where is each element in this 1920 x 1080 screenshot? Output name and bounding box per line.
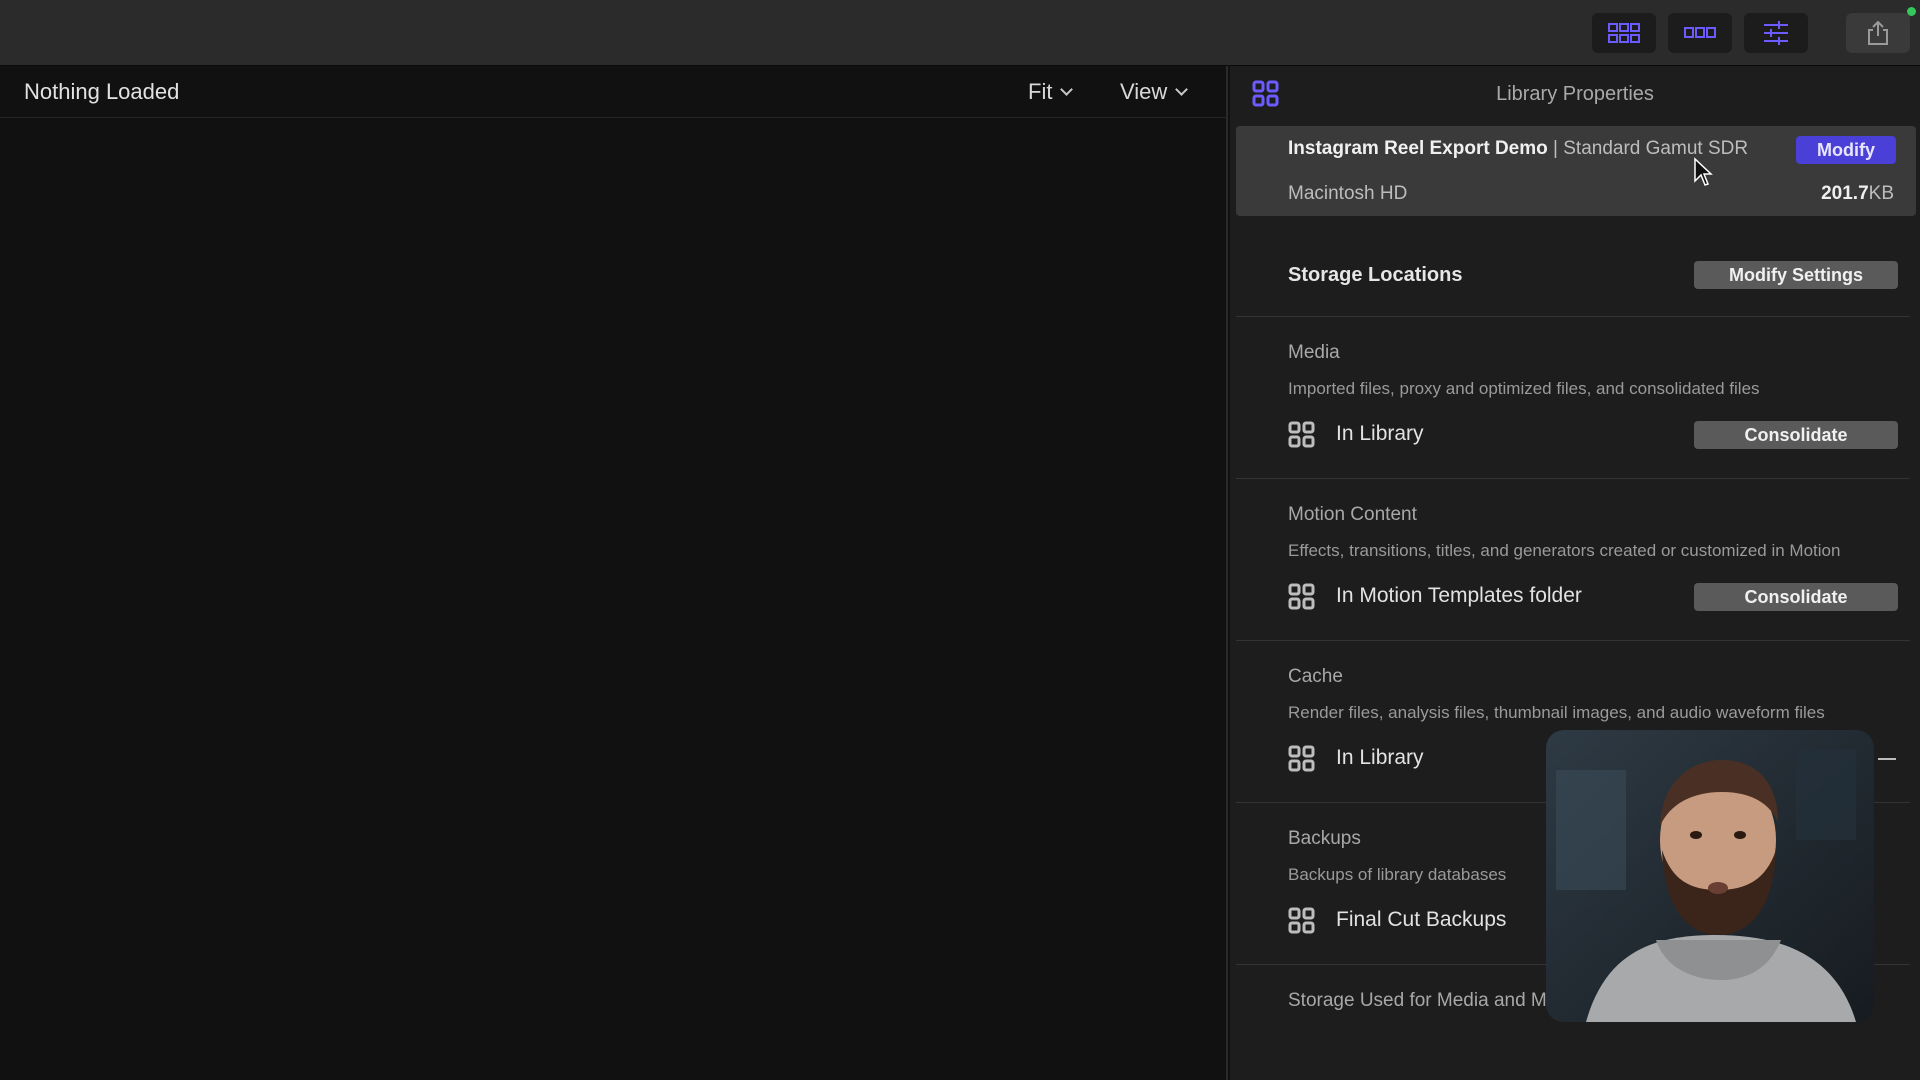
view-label: View	[1120, 79, 1168, 104]
motion-section-description: Effects, transitions, titles, and genera…	[1288, 541, 1841, 560]
fit-menu[interactable]: Fit	[1028, 79, 1074, 105]
presenter-webcam-overlay	[1546, 730, 1874, 1022]
chevron-down-icon	[1175, 82, 1189, 96]
media-section-title: Media	[1288, 342, 1340, 363]
sliders-icon	[1764, 21, 1788, 45]
cache-section-title: Cache	[1288, 666, 1343, 687]
library-name-line: Instagram Reel Export Demo | Standard Ga…	[1288, 138, 1748, 160]
modify-button[interactable]: Modify	[1796, 136, 1896, 164]
motion-section-title: Motion Content	[1288, 504, 1417, 525]
modify-settings-button[interactable]: Modify Settings	[1694, 261, 1898, 289]
backups-location: Final Cut Backups	[1336, 908, 1507, 931]
grid-icon	[1608, 23, 1640, 43]
share-icon	[1868, 20, 1888, 45]
timeline-button[interactable]	[1668, 13, 1732, 53]
motion-location: In Motion Templates folder	[1336, 584, 1582, 607]
backups-section-description: Backups of library databases	[1288, 865, 1507, 884]
cache-action-dash	[1878, 758, 1896, 760]
library-gamut: Standard Gamut SDR	[1563, 138, 1749, 159]
motion-consolidate-button[interactable]: Consolidate	[1694, 583, 1898, 611]
storage-locations-title: Storage Locations	[1288, 264, 1463, 286]
mouse-cursor-icon	[1694, 157, 1713, 186]
library-icon	[1288, 745, 1315, 772]
share-button[interactable]	[1846, 13, 1910, 53]
presenter-video-image	[1546, 730, 1874, 1022]
library-icon	[1288, 421, 1315, 448]
divider	[1236, 640, 1910, 641]
backups-section-title: Backups	[1288, 828, 1361, 849]
status-indicator	[1907, 7, 1916, 16]
library-disk: Macintosh HD	[1288, 183, 1408, 204]
viewer-header: Nothing Loaded Fit View	[0, 66, 1228, 118]
inspector-title: Library Properties	[1496, 83, 1654, 105]
view-menu[interactable]: View	[1120, 79, 1189, 105]
cache-location: In Library	[1336, 746, 1424, 769]
viewer-title: Nothing Loaded	[24, 79, 180, 104]
top-toolbar	[0, 0, 1920, 66]
library-size: 201.7KB	[1821, 183, 1894, 205]
divider	[1236, 478, 1910, 479]
media-consolidate-button[interactable]: Consolidate	[1694, 421, 1898, 449]
inspector-button[interactable]	[1744, 13, 1808, 53]
browser-grid-button[interactable]	[1592, 13, 1656, 53]
library-icon	[1288, 907, 1315, 934]
library-icon	[1288, 583, 1315, 610]
divider	[1236, 316, 1910, 317]
timeline-icon	[1684, 27, 1716, 38]
library-name: Instagram Reel Export Demo	[1288, 138, 1548, 159]
fit-label: Fit	[1028, 79, 1053, 104]
viewer-panel: Nothing Loaded Fit View	[0, 66, 1228, 1080]
media-location: In Library	[1336, 422, 1424, 445]
library-size-unit: KB	[1868, 183, 1894, 204]
inspector-header: Library Properties	[1230, 66, 1920, 122]
media-section-description: Imported files, proxy and optimized file…	[1288, 379, 1760, 398]
library-size-value: 201.7	[1821, 183, 1869, 204]
library-separator: |	[1553, 138, 1558, 159]
library-info-card: Instagram Reel Export Demo | Standard Ga…	[1236, 126, 1916, 216]
chevron-down-icon	[1060, 82, 1074, 96]
storage-used-label: Storage Used for Media and M	[1288, 990, 1547, 1011]
cache-section-description: Render files, analysis files, thumbnail …	[1288, 703, 1825, 722]
